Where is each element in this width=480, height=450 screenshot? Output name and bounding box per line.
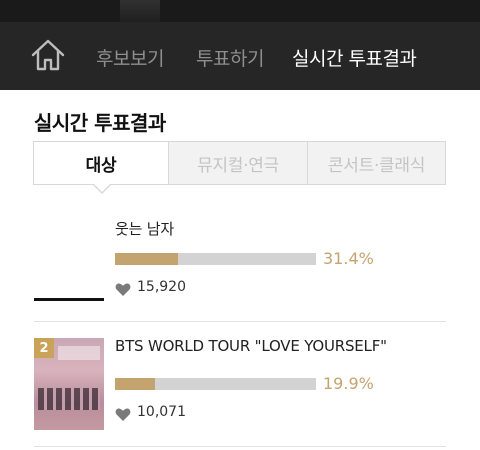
category-tabs: 대상 뮤지컬·연극 콘서트·클래식 — [33, 141, 446, 185]
divider — [34, 446, 446, 447]
vote-progress-bar — [115, 378, 316, 390]
like-count: 10,071 — [137, 404, 186, 420]
home-icon[interactable] — [30, 38, 66, 72]
tab-grand-prize[interactable]: 대상 — [33, 141, 169, 185]
results-panel: 실시간 투표결과 대상 뮤지컬·연극 콘서트·클래식 웃는 남자 31.4% 1… — [0, 90, 480, 450]
rank-badge: 2 — [34, 338, 54, 358]
thumbnail-edge — [34, 298, 104, 301]
page-title: 실시간 투표결과 — [34, 111, 166, 135]
list-item[interactable]: 2 BTS WORLD TOUR "LOVE YOURSELF" 19.9% 1… — [0, 320, 480, 438]
heart-icon[interactable] — [115, 407, 131, 421]
like-count: 15,920 — [137, 279, 186, 295]
banner-photo-fragment — [120, 0, 160, 22]
poster-title-graphic — [58, 346, 100, 360]
poster-thumbnail[interactable]: 2 — [34, 338, 104, 430]
vote-progress-bar — [115, 253, 316, 265]
poster-group-graphic — [38, 388, 100, 410]
poster-thumbnail[interactable] — [34, 209, 104, 301]
navbar: 후보보기 투표하기 실시간 투표결과 — [0, 22, 480, 90]
tab-pointer-arrow-fill — [93, 183, 111, 192]
vote-progress-fill — [115, 253, 179, 265]
heart-icon[interactable] — [115, 282, 131, 296]
tab-concert-classic[interactable]: 콘서트·클래식 — [308, 141, 446, 185]
nav-item-live-results[interactable]: 실시간 투표결과 — [292, 44, 417, 71]
list-item[interactable]: 웃는 남자 31.4% 15,920 — [0, 207, 480, 319]
tab-musical-play[interactable]: 뮤지컬·연극 — [169, 141, 308, 185]
item-title[interactable]: BTS WORLD TOUR "LOVE YOURSELF" — [115, 337, 387, 355]
nav-item-vote[interactable]: 투표하기 — [196, 44, 264, 71]
nav-item-candidates[interactable]: 후보보기 — [96, 44, 164, 71]
vote-percent: 19.9% — [323, 374, 374, 393]
item-title[interactable]: 웃는 남자 — [115, 218, 174, 239]
vote-percent: 31.4% — [323, 249, 374, 268]
top-banner-strip — [0, 0, 480, 22]
vote-progress-fill — [115, 378, 155, 390]
